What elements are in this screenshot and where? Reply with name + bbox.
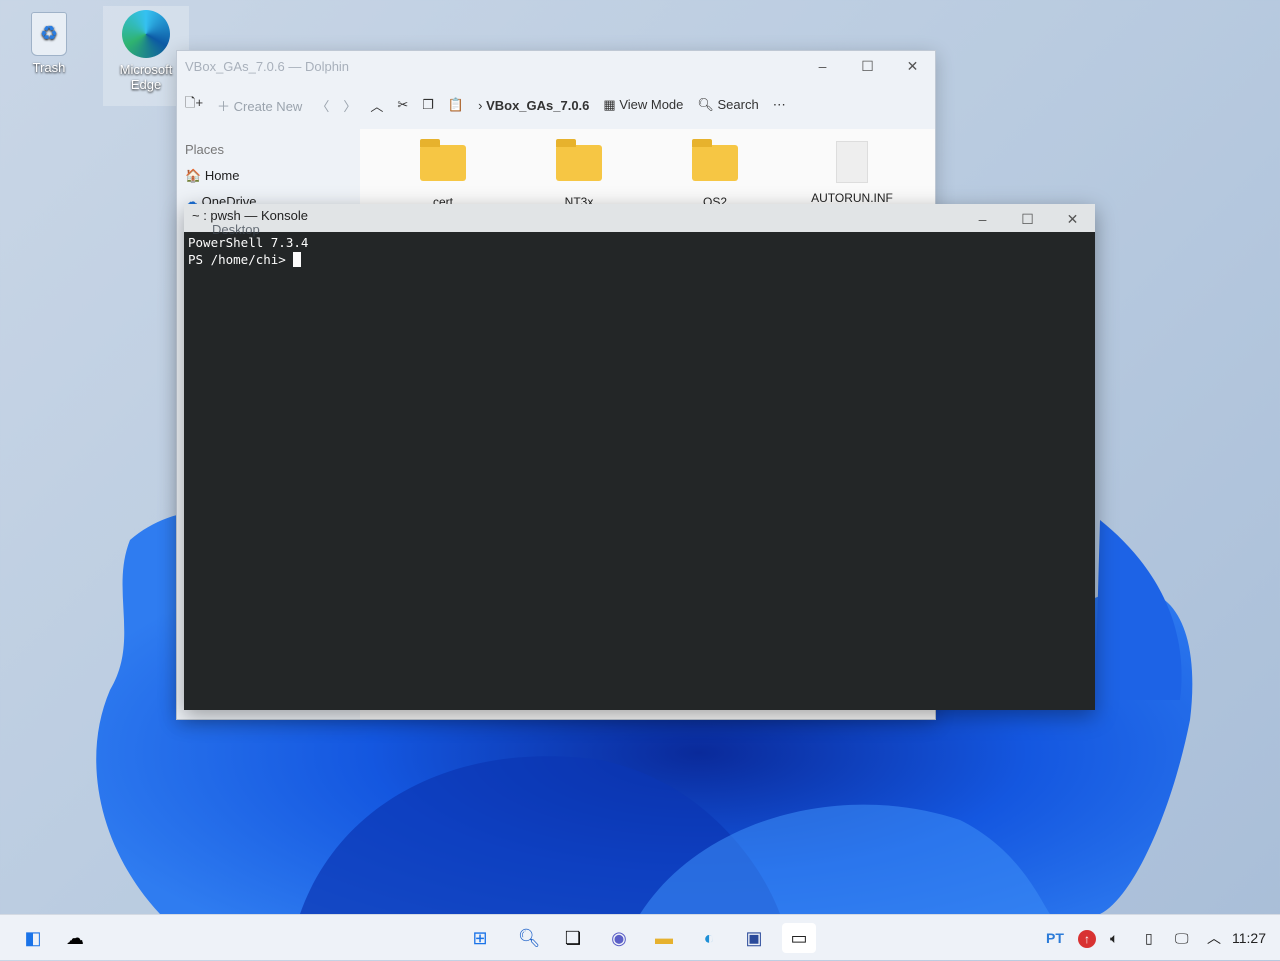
- widgets-icon[interactable]: ◧: [18, 923, 48, 953]
- close-button[interactable]: ✕: [890, 51, 935, 81]
- place-desktop[interactable]: Desktop: [185, 215, 351, 241]
- places-header: Places: [185, 142, 225, 157]
- desktop-icon-trash[interactable]: ♻ Trash: [6, 12, 92, 75]
- minimize-button[interactable]: –: [800, 51, 845, 81]
- taskbar: ◧ ☁ ⊞ 🔍︎ ❏ ◉ ▬ ◐ ▣ ▭ PT ↑ 🔈︎ ▯ 🖵︎ ︿ 11:2…: [0, 914, 1280, 960]
- file-item[interactable]: OS2: [660, 139, 770, 209]
- edge-taskbar-icon[interactable]: ◐: [694, 923, 724, 953]
- teams-icon[interactable]: ◉: [604, 923, 634, 953]
- task-view-icon[interactable]: ❏: [558, 923, 588, 953]
- folder-icon: [692, 139, 738, 181]
- language-indicator[interactable]: PT: [1046, 915, 1064, 961]
- create-new-button[interactable]: ＋ Create New: [217, 96, 302, 115]
- terminal-prompt: PS /home/chi>: [188, 252, 294, 267]
- usb-icon[interactable]: ▯: [1145, 915, 1153, 961]
- file-explorer-icon[interactable]: ▬: [649, 923, 679, 953]
- cloud-sync-icon[interactable]: ☁: [60, 923, 90, 953]
- terminal-taskbar-icon[interactable]: ▭: [782, 923, 816, 953]
- clock[interactable]: 11:27: [1232, 915, 1266, 961]
- breadcrumb[interactable]: › VBox_GAs_7.0.6: [478, 98, 589, 113]
- search-button[interactable]: 🔍︎ Search: [697, 97, 758, 113]
- paste-icon[interactable]: 📋: [448, 97, 464, 113]
- forward-icon[interactable]: 〉: [343, 96, 356, 115]
- search-icon[interactable]: 🔍︎: [514, 923, 544, 953]
- edge-label: Microsoft Edge: [119, 62, 173, 92]
- start-button[interactable]: ⊞: [465, 923, 495, 953]
- places-panel: Places 🏠 Home ☁ OneDrive Desktop: [177, 129, 359, 249]
- update-icon[interactable]: ↑: [1078, 915, 1096, 961]
- edge-icon: [122, 10, 170, 58]
- file-item[interactable]: AUTORUN.INF: [797, 141, 907, 205]
- back-icon[interactable]: 〈: [316, 96, 329, 115]
- konsole-window: ~ : pwsh — Konsole – ☐ ✕ PowerShell 7.3.4 P…: [184, 204, 1095, 710]
- close-button[interactable]: ✕: [1050, 204, 1095, 234]
- new-tab-button[interactable]: 🗋+: [185, 94, 203, 116]
- maximize-button[interactable]: ☐: [845, 51, 890, 81]
- document-icon: [836, 141, 868, 183]
- cursor: [293, 252, 302, 267]
- up-icon[interactable]: ︿: [370, 96, 383, 115]
- file-item[interactable]: cert: [388, 139, 498, 209]
- network-icon[interactable]: 🖵︎: [1175, 915, 1189, 961]
- more-icon[interactable]: ⋯: [773, 97, 786, 113]
- trash-icon: ♻: [31, 12, 67, 56]
- store-icon[interactable]: ▣: [739, 923, 769, 953]
- volume-icon[interactable]: 🔈︎: [1110, 915, 1118, 961]
- folder-icon: [556, 139, 602, 181]
- view-mode-button[interactable]: ▦ View Mode: [603, 97, 683, 113]
- trash-label: Trash: [32, 60, 66, 75]
- file-item[interactable]: NT3x: [524, 139, 634, 209]
- maximize-button[interactable]: ☐: [1005, 204, 1050, 234]
- cut-icon[interactable]: ✂: [397, 97, 408, 113]
- place-home[interactable]: 🏠 Home: [185, 163, 351, 189]
- tray-expand-icon[interactable]: ︿: [1207, 915, 1221, 961]
- minimize-button[interactable]: –: [960, 204, 1005, 234]
- copy-icon[interactable]: ❐: [422, 97, 434, 113]
- folder-icon: [420, 139, 466, 181]
